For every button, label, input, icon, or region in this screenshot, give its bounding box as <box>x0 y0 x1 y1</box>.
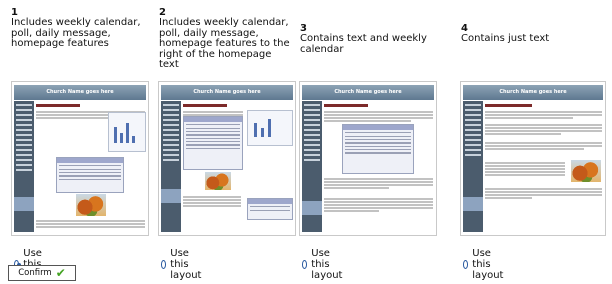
confirm-label: Confirm <box>18 268 52 278</box>
preview-image <box>205 172 231 190</box>
layout-description: Includes weekly calendar, poll, daily me… <box>159 17 290 70</box>
preview-calendar <box>56 157 124 193</box>
preview-content <box>36 102 146 232</box>
layout-preview-thumbnail[interactable]: Church Name goes here <box>11 81 149 236</box>
layout-3-radio-option[interactable]: Use this layout <box>302 248 346 281</box>
layout-2-radio-option[interactable]: Use this layout <box>161 248 205 281</box>
preview-calendar <box>342 124 414 174</box>
confirm-button[interactable]: Confirm ✔ <box>8 265 76 281</box>
preview-header: Church Name goes here <box>161 85 293 100</box>
option-label: Use this layout <box>170 248 202 281</box>
preview-image <box>76 194 106 216</box>
layout-preview-thumbnail[interactable]: Church Name goes here <box>460 81 606 236</box>
layout-description: Contains text and weekly calendar <box>300 33 427 55</box>
preview-header: Church Name goes here <box>302 85 434 100</box>
radio-button[interactable] <box>161 260 167 269</box>
preview-content <box>324 102 433 232</box>
preview-sidebar <box>463 101 483 232</box>
preview-header: Church Name goes here <box>14 85 146 100</box>
layout-preview-thumbnail[interactable]: Church Name goes here <box>299 81 437 236</box>
layout-description: Includes weekly calendar, poll, daily me… <box>11 17 141 49</box>
option-label: Use this layout <box>311 248 343 281</box>
radio-button[interactable] <box>463 260 469 269</box>
preview-content <box>183 102 293 232</box>
preview-poll <box>108 112 146 152</box>
layout-description: Contains just text <box>461 33 550 44</box>
preview-content <box>485 102 602 232</box>
preview-sidebar <box>302 101 322 232</box>
preview-poll <box>247 110 293 146</box>
preview-sidebar <box>161 101 181 232</box>
preview-header: Church Name goes here <box>463 85 603 100</box>
layout-4-radio-option[interactable]: Use this layout <box>463 248 507 281</box>
option-label: Use this layout <box>472 248 504 281</box>
checkmark-icon: ✔ <box>55 266 66 280</box>
layout-preview-thumbnail[interactable]: Church Name goes here <box>158 81 296 236</box>
preview-image <box>571 160 601 182</box>
preview-calendar <box>183 116 243 170</box>
radio-button[interactable] <box>302 260 308 269</box>
preview-sidebar <box>14 101 34 232</box>
